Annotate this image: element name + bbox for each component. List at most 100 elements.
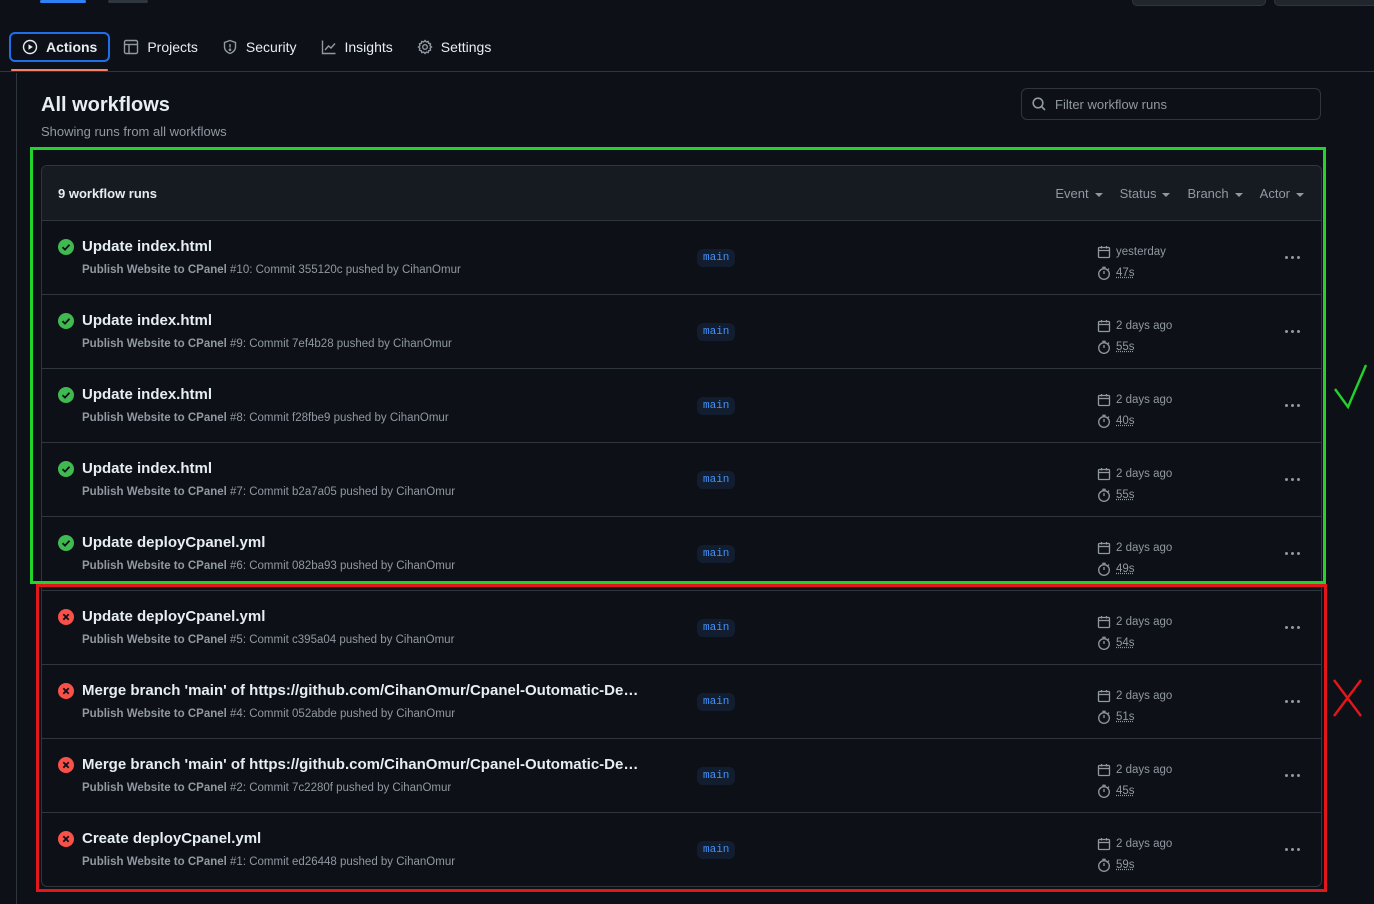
branch-badge[interactable]: main	[697, 397, 736, 415]
run-meta: Publish Website to CPanel #2: Commit 7c2…	[82, 782, 451, 794]
workflow-runs-list: 9 workflow runs Event Status Branch Acto…	[41, 165, 1322, 887]
workflow-run-row[interactable]: Update index.html Publish Website to CPa…	[42, 221, 1321, 295]
event-filter-dropdown[interactable]: Event	[1055, 186, 1103, 201]
workflow-run-row[interactable]: Update index.html Publish Website to CPa…	[42, 369, 1321, 443]
run-date: 2 days ago	[1116, 615, 1173, 628]
workflow-name: Publish Website to CPanel	[82, 486, 227, 498]
run-meta: Publish Website to CPanel #1: Commit ed2…	[82, 856, 455, 868]
workflow-name: Publish Website to CPanel	[82, 264, 227, 276]
actor-filter-dropdown[interactable]: Actor	[1260, 186, 1304, 201]
caret-down-icon	[1296, 192, 1304, 197]
workflow-run-row[interactable]: Merge branch 'main' of https://github.co…	[42, 739, 1321, 813]
workflow-run-row[interactable]: Update index.html Publish Website to CPa…	[42, 443, 1321, 517]
run-title-link[interactable]: Create deployCpanel.yml	[82, 830, 261, 847]
kebab-horizontal-icon[interactable]	[1278, 320, 1306, 342]
run-title-link[interactable]: Update index.html	[82, 312, 212, 329]
filter-label: Actor	[1259, 186, 1290, 201]
stopwatch-icon	[1098, 414, 1110, 428]
status-filter-dropdown[interactable]: Status	[1120, 186, 1171, 201]
tab-label: Settings	[440, 39, 492, 55]
tab-insights[interactable]: Insights	[310, 32, 404, 62]
graph-icon	[321, 40, 336, 55]
runs-count: 9 workflow runs	[58, 185, 157, 201]
workflow-run-row[interactable]: Create deployCpanel.yml Publish Website …	[42, 813, 1321, 886]
kebab-horizontal-icon[interactable]	[1278, 246, 1306, 268]
calendar-icon	[1097, 837, 1111, 850]
check-circle-icon	[58, 535, 74, 551]
filter-input[interactable]	[1055, 96, 1315, 112]
tab-security[interactable]: Security	[211, 32, 308, 62]
run-details: #9: Commit 7ef4b28 pushed by CihanOmur	[226, 338, 452, 350]
calendar-icon	[1097, 615, 1111, 628]
repo-nav: Actions Projects Security Insights Setti…	[0, 32, 1374, 72]
run-title-link[interactable]: Merge branch 'main' of https://github.co…	[82, 682, 647, 699]
search-icon	[1032, 97, 1046, 111]
run-meta: Publish Website to CPanel #6: Commit 082…	[82, 560, 455, 572]
filter-workflow-runs[interactable]	[1021, 88, 1321, 120]
runs-header: 9 workflow runs Event Status Branch Acto…	[42, 166, 1321, 221]
run-date: 2 days ago	[1116, 319, 1173, 332]
watch-button-stub[interactable]	[1132, 0, 1266, 6]
runs-filters: Event Status Branch Actor	[1055, 166, 1321, 221]
workflow-name: Publish Website to CPanel	[82, 782, 227, 794]
branch-badge[interactable]: main	[697, 323, 736, 341]
filter-label: Status	[1119, 186, 1157, 201]
kebab-horizontal-icon[interactable]	[1278, 764, 1306, 786]
calendar-icon	[1097, 245, 1111, 258]
run-date: 2 days ago	[1116, 689, 1173, 702]
workflow-name: Publish Website to CPanel	[82, 708, 227, 720]
branch-badge[interactable]: main	[697, 471, 736, 489]
branch-badge[interactable]: main	[697, 693, 736, 711]
calendar-icon	[1097, 541, 1111, 554]
run-details: #2: Commit 7c2280f pushed by CihanOmur	[226, 782, 452, 794]
run-title-link[interactable]: Merge branch 'main' of https://github.co…	[82, 756, 647, 773]
run-timing: 2 days ago 51s	[1097, 685, 1172, 727]
calendar-icon	[1097, 689, 1111, 702]
run-meta: Publish Website to CPanel #9: Commit 7ef…	[82, 338, 452, 350]
run-date: 2 days ago	[1116, 763, 1173, 776]
workflow-name: Publish Website to CPanel	[82, 412, 227, 424]
stopwatch-icon	[1098, 562, 1110, 576]
branch-badge[interactable]: main	[697, 249, 736, 267]
workflow-name: Publish Website to CPanel	[82, 856, 227, 868]
kebab-horizontal-icon[interactable]	[1278, 690, 1306, 712]
kebab-horizontal-icon[interactable]	[1278, 394, 1306, 416]
branch-badge[interactable]: main	[697, 767, 736, 785]
branch-badge[interactable]: main	[697, 619, 736, 637]
x-circle-icon	[58, 683, 74, 699]
workflow-run-row[interactable]: Merge branch 'main' of https://github.co…	[42, 665, 1321, 739]
fork-button-stub[interactable]	[1274, 0, 1374, 6]
kebab-horizontal-icon[interactable]	[1278, 838, 1306, 860]
run-title-link[interactable]: Update deployCpanel.yml	[82, 534, 265, 551]
workflow-run-row[interactable]: Update deployCpanel.yml Publish Website …	[42, 517, 1321, 591]
run-title-link[interactable]: Update deployCpanel.yml	[82, 608, 265, 625]
workflow-run-row[interactable]: Update index.html Publish Website to CPa…	[42, 295, 1321, 369]
tab-projects[interactable]: Projects	[112, 32, 209, 62]
kebab-horizontal-icon[interactable]	[1278, 468, 1306, 490]
tab-actions[interactable]: Actions	[9, 32, 111, 71]
run-duration: 49s	[1116, 562, 1135, 575]
workflow-run-row[interactable]: Update deployCpanel.yml Publish Website …	[42, 591, 1321, 665]
run-timing: 2 days ago 49s	[1097, 537, 1172, 579]
kebab-horizontal-icon[interactable]	[1278, 542, 1306, 564]
tab-settings[interactable]: Settings	[406, 32, 503, 62]
run-duration: 55s	[1116, 488, 1135, 501]
run-date: 2 days ago	[1116, 541, 1173, 554]
calendar-icon	[1097, 393, 1111, 406]
check-circle-icon	[58, 313, 74, 329]
play-icon	[22, 39, 38, 55]
run-title-link[interactable]: Update index.html	[82, 238, 212, 255]
branch-badge[interactable]: main	[697, 545, 736, 563]
x-circle-icon	[58, 757, 74, 773]
kebab-horizontal-icon[interactable]	[1278, 616, 1306, 638]
branch-badge[interactable]: main	[697, 841, 736, 859]
shield-icon	[223, 39, 237, 55]
run-title-link[interactable]: Update index.html	[82, 386, 212, 403]
run-meta: Publish Website to CPanel #4: Commit 052…	[82, 708, 455, 720]
table-icon	[124, 39, 139, 55]
run-meta: Publish Website to CPanel #10: Commit 35…	[82, 264, 461, 276]
run-title-link[interactable]: Update index.html	[82, 460, 212, 477]
run-date: 2 days ago	[1116, 467, 1173, 480]
branch-filter-dropdown[interactable]: Branch	[1187, 186, 1243, 201]
page-subtitle: Showing runs from all workflows	[41, 124, 227, 139]
